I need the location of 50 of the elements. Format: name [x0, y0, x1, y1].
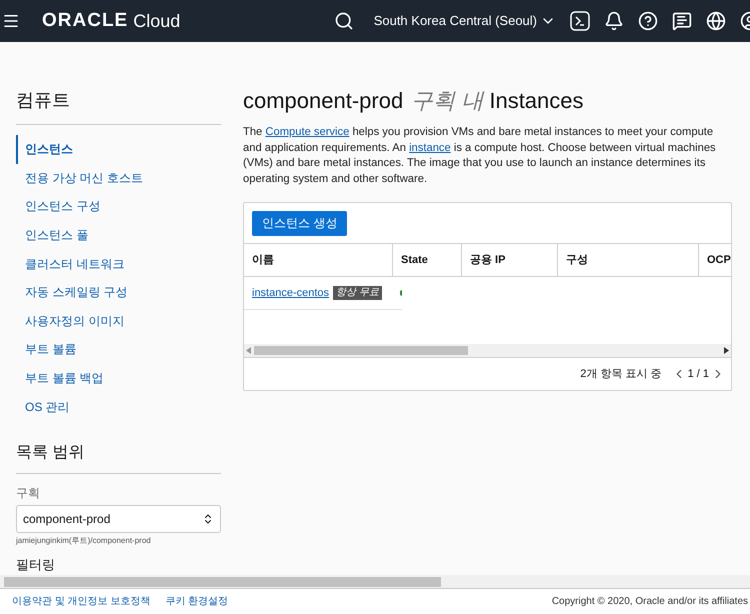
compartment-select[interactable]: component-prod — [16, 504, 221, 533]
scroll-right-icon[interactable] — [724, 347, 729, 354]
feedback-icon[interactable] — [672, 11, 692, 31]
sidebar-item[interactable]: 부트 볼륨 백업 — [16, 364, 221, 392]
search-icon[interactable] — [334, 11, 354, 31]
field-label: 구획 — [16, 484, 41, 502]
sidebar-item[interactable]: 부트 볼륨 — [16, 335, 221, 364]
column-header: State — [392, 244, 461, 276]
page-title: component-prod — [243, 87, 404, 115]
menu-icon[interactable] — [2, 12, 20, 30]
column-header: 구성 — [557, 244, 698, 276]
sidebar-item[interactable]: 인스턴스 풀 — [16, 220, 221, 250]
sidebar-item[interactable]: 인스턴스 구성 — [16, 192, 221, 221]
page-scrollbar[interactable] — [0, 575, 750, 588]
page-indicator: 1 / 1 — [688, 366, 709, 382]
terminal-icon[interactable] — [570, 11, 590, 31]
description-link[interactable]: Compute service — [265, 126, 350, 138]
sidebar-item[interactable]: 자동 스케일링 구성 — [16, 278, 221, 307]
region-selector[interactable]: South Korea Central (Seoul) — [374, 11, 556, 31]
sidebar-title: 컴퓨트 — [16, 87, 221, 125]
chevron-icon — [202, 512, 214, 525]
column-header: 공용 IP — [461, 244, 557, 276]
help-icon[interactable] — [638, 11, 658, 31]
horizontal-scrollbar[interactable] — [244, 344, 731, 358]
compartment-path: jamiejunginkim(루트)/component-prod — [16, 534, 152, 547]
always-free-tag: 항상 무료 — [333, 286, 382, 300]
sidebar-item[interactable]: 인스턴스 — [16, 135, 221, 164]
copyright-text: Copyright © 2020, Oracle and/or its affiliates — [552, 595, 748, 609]
instance-link[interactable]: instance-centos — [252, 284, 330, 302]
sidebar-item[interactable]: 클러스터 네트워크 — [16, 249, 221, 278]
footer-link[interactable]: 쿠키 환경설정 — [165, 594, 228, 609]
section-title: 필터링 — [16, 556, 56, 572]
column-header: 이름 — [251, 252, 275, 268]
brand-logo: ORACLE — [42, 8, 128, 33]
item-count: 2개 항목 표시 중 — [580, 366, 662, 382]
notification-icon[interactable] — [604, 11, 624, 31]
description-link[interactable]: instance — [409, 142, 451, 154]
create-instance-button[interactable]: 인스턴스 생성 — [252, 210, 348, 236]
sidebar-item[interactable]: OS 관리 — [16, 392, 221, 421]
footer-link[interactable]: 이용약관 및 개인정보 보호정책 — [12, 594, 150, 609]
column-header: OCP — [698, 244, 731, 276]
language-icon[interactable] — [706, 11, 726, 31]
description-text: The Compute service helps you provision VMs and bare metal instances to meet your compute and application requirements. An instance is a compute host. Choose between virtual machines (VMs) and bare metal instances. The image that you use to launch an instance determines its operating system and other software. — [243, 125, 717, 186]
status-icon — [400, 289, 402, 297]
product-name: Cloud — [133, 10, 180, 32]
page-title-middle: 구획 내 — [411, 87, 484, 115]
section-title: 목록 범위 — [16, 440, 221, 474]
sidebar-item[interactable]: 사용자정의 이미지 — [16, 306, 221, 336]
sidebar-item[interactable]: 전용 가상 머신 호스트 — [16, 164, 221, 192]
page-title-end: Instances — [489, 87, 584, 115]
